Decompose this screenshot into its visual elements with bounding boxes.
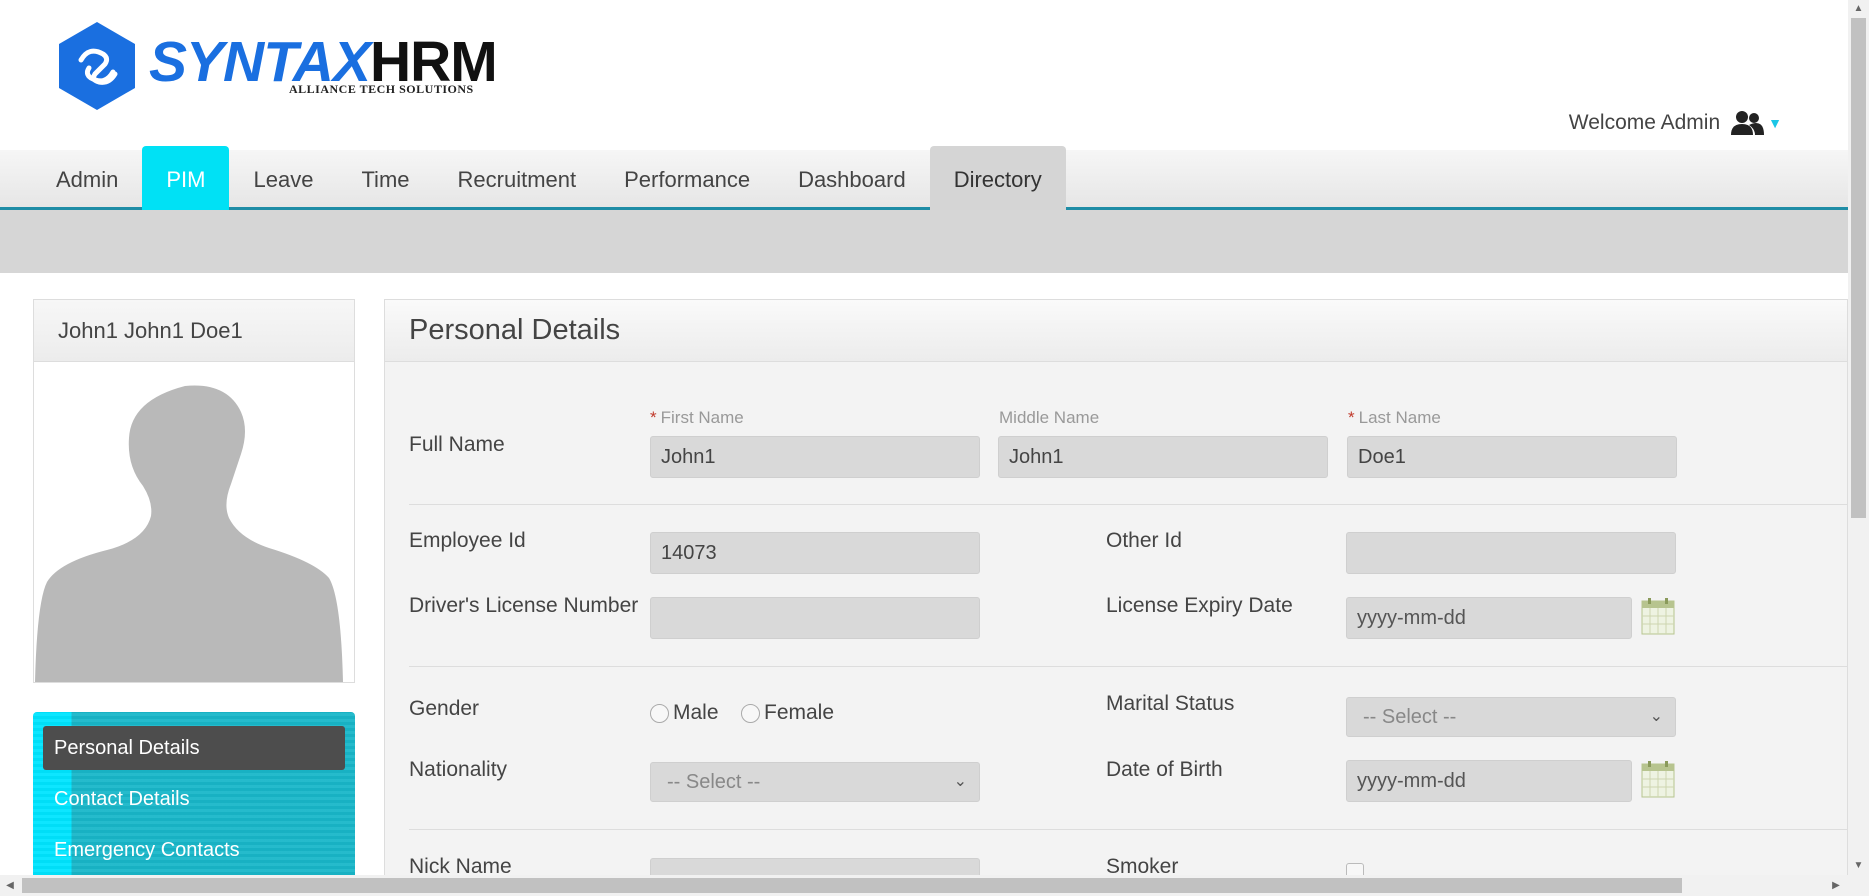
first-name-label-text: First Name	[660, 408, 744, 427]
nationality-label: Nationality	[409, 758, 508, 781]
users-icon[interactable]	[1730, 110, 1765, 136]
brand-subtitle: ALLIANCE TECH SOLUTIONS	[289, 82, 474, 96]
gender-female-radio[interactable]: Female	[741, 701, 834, 725]
calendar-icon[interactable]	[1641, 760, 1675, 798]
radio-circle[interactable]	[741, 703, 760, 723]
first-name-label: * First Name	[650, 408, 744, 428]
side-menu-contact-details[interactable]: Contact Details	[43, 777, 345, 821]
divider	[409, 504, 1847, 505]
radio-circle[interactable]	[650, 703, 669, 723]
nationality-value: -- Select --	[667, 771, 761, 793]
app-header: SYNTAXHRM ALLIANCE TECH SOLUTIONS Welcom…	[0, 0, 1848, 150]
other-id-label: Other Id	[1106, 529, 1182, 552]
employee-id-label: Employee Id	[409, 529, 526, 552]
welcome-text: Welcome Admin	[1568, 111, 1721, 134]
last-name-input[interactable]: Doe1	[1347, 436, 1677, 478]
last-name-label-text: Last Name	[1358, 408, 1441, 427]
middle-name-input[interactable]: John1	[998, 436, 1328, 478]
scroll-down-icon[interactable]: ▼	[1848, 857, 1869, 875]
panel-title: Personal Details	[385, 300, 1847, 362]
license-expiry-label: License Expiry Date	[1106, 594, 1293, 617]
drivers-license-label: Driver's License Number	[409, 594, 639, 617]
gender-female-label: Female	[764, 701, 835, 724]
marital-status-select[interactable]: -- Select -- ⌄	[1346, 697, 1676, 737]
calendar-icon[interactable]	[1641, 597, 1675, 635]
nav-admin[interactable]: Admin	[32, 146, 142, 210]
horizontal-scrollbar[interactable]: ◀ ▶	[0, 875, 1869, 896]
scroll-right-icon[interactable]: ▶	[1826, 875, 1846, 896]
marital-status-value: -- Select --	[1363, 706, 1457, 728]
sub-menu-bar	[0, 210, 1848, 273]
required-mark: *	[1348, 408, 1355, 427]
nav-leave[interactable]: Leave	[229, 146, 337, 210]
license-expiry-input[interactable]: yyyy-mm-dd	[1346, 597, 1632, 639]
drivers-license-input[interactable]	[650, 597, 980, 639]
scroll-up-icon[interactable]: ▲	[1848, 0, 1869, 18]
horizontal-scroll-thumb[interactable]	[22, 878, 1682, 893]
gender-male-radio[interactable]: Male	[650, 701, 719, 725]
last-name-label: * Last Name	[1348, 408, 1441, 428]
required-mark: *	[650, 408, 657, 427]
nav-directory[interactable]: Directory	[929, 146, 1066, 210]
nav-recruitment[interactable]: Recruitment	[434, 146, 601, 210]
gender-male-label: Male	[673, 701, 719, 724]
welcome-menu[interactable]: Welcome Admin ▼	[1569, 110, 1782, 136]
full-name-label: Full Name	[409, 433, 505, 456]
avatar-placeholder-icon[interactable]	[35, 364, 353, 682]
marital-status-label: Marital Status	[1106, 692, 1235, 715]
chevron-down-icon: ⌄	[1649, 708, 1663, 725]
vertical-scrollbar[interactable]: ▲ ▼	[1848, 0, 1869, 875]
logo-hex-icon	[59, 22, 135, 110]
caret-down-icon[interactable]: ▼	[1768, 115, 1782, 131]
nav-dashboard[interactable]: Dashboard	[774, 146, 930, 210]
dob-input[interactable]: yyyy-mm-dd	[1346, 760, 1632, 802]
nationality-select[interactable]: -- Select -- ⌄	[650, 762, 980, 802]
nav-performance[interactable]: Performance	[600, 146, 774, 210]
side-menu-personal-details[interactable]: Personal Details	[43, 726, 345, 770]
profile-name: John1 John1 Doe1	[34, 300, 354, 362]
personal-details-panel: Personal Details Full Name * First Name J…	[384, 299, 1848, 896]
gender-label: Gender	[409, 697, 480, 720]
other-id-input[interactable]	[1346, 532, 1676, 574]
divider	[409, 666, 1847, 667]
nav-pim[interactable]: PIM	[142, 146, 230, 210]
dob-label: Date of Birth	[1106, 758, 1223, 781]
scroll-left-icon[interactable]: ◀	[0, 875, 20, 896]
divider	[409, 829, 1847, 830]
nav-time[interactable]: Time	[337, 146, 433, 210]
chevron-down-icon: ⌄	[953, 773, 967, 790]
main-nav: Admin PIM Leave Time Recruitment Perform…	[0, 146, 1848, 210]
side-menu-emergency-contacts[interactable]: Emergency Contacts	[43, 828, 345, 872]
vertical-scroll-thumb[interactable]	[1851, 18, 1866, 518]
brand-logo[interactable]: SYNTAXHRM ALLIANCE TECH SOLUTIONS	[57, 20, 498, 116]
side-menu: Personal Details Contact Details Emergen…	[33, 712, 355, 896]
employee-id-input[interactable]: 14073	[650, 532, 980, 574]
profile-card: John1 John1 Doe1	[33, 299, 355, 683]
first-name-input[interactable]: John1	[650, 436, 980, 478]
middle-name-label: Middle Name	[999, 408, 1100, 427]
